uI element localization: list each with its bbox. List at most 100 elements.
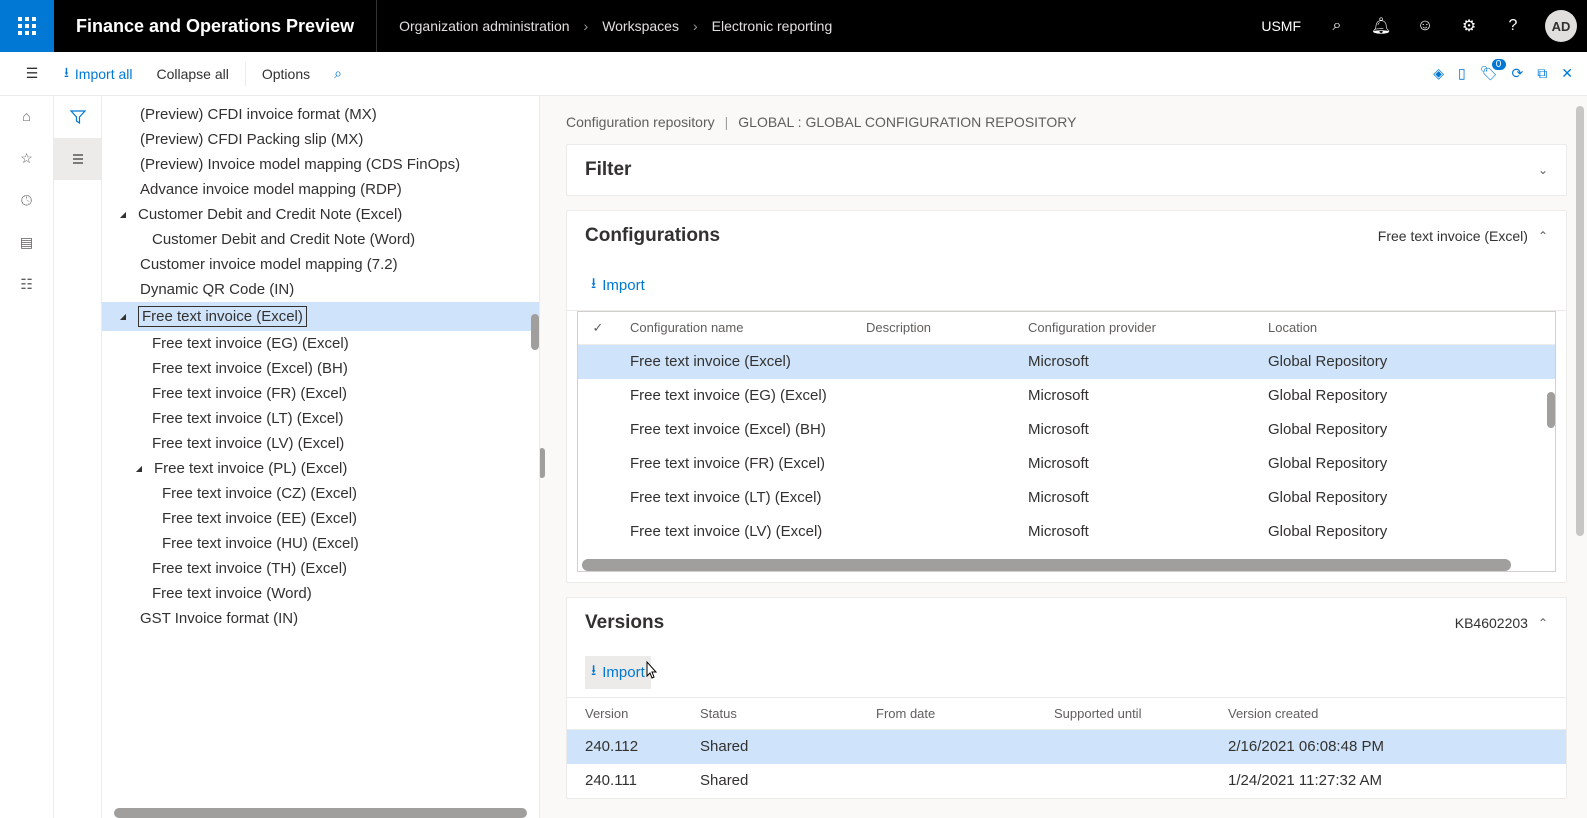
tree-item[interactable]: Customer Debit and Credit Note (Word): [102, 227, 539, 252]
main-scrollbar-vertical[interactable]: [1576, 106, 1584, 536]
configurations-import-button[interactable]: ⭳ Import: [585, 269, 651, 302]
cell-version-created: 2/16/2021 06:08:48 PM: [1216, 736, 1436, 757]
tree-item[interactable]: Free text invoice (LV) (Excel): [102, 431, 539, 456]
tree-item[interactable]: Free text invoice (EE) (Excel): [102, 506, 539, 531]
col-supported-until[interactable]: Supported until: [1042, 706, 1216, 721]
diamond-icon[interactable]: ◈: [1433, 65, 1444, 82]
workspaces-icon[interactable]: ▤: [17, 232, 37, 252]
tree-item[interactable]: Free text invoice (Word): [102, 581, 539, 606]
config-row[interactable]: Free text invoice (Excel)MicrosoftGlobal…: [578, 345, 1555, 379]
tree-item-label: Dynamic QR Code (IN): [140, 281, 294, 298]
versions-panel-header[interactable]: Versions KB4602203 ⌃: [567, 598, 1566, 648]
config-row[interactable]: Free text invoice (Excel) (BH)MicrosoftG…: [578, 413, 1555, 447]
top-header: Finance and Operations Preview Organizat…: [0, 0, 1587, 52]
help-button[interactable]: ?: [1491, 0, 1535, 52]
breadcrumb-item[interactable]: Electronic reporting: [712, 18, 833, 34]
tree-item[interactable]: ◢Customer Debit and Credit Note (Excel): [102, 202, 539, 227]
config-scrollbar-vertical[interactable]: [1547, 392, 1555, 428]
tree-item[interactable]: Free text invoice (HU) (Excel): [102, 531, 539, 556]
config-scrollbar-horizontal[interactable]: [582, 559, 1511, 571]
app-launcher-button[interactable]: [0, 0, 54, 52]
tree-scrollbar-vertical[interactable]: [531, 314, 539, 350]
col-location[interactable]: Location: [1256, 320, 1456, 336]
list-view-icon[interactable]: [54, 138, 102, 180]
version-row[interactable]: 240.112Shared2/16/2021 06:08:48 PM: [567, 730, 1566, 764]
import-all-button[interactable]: ⭳ Import all: [52, 52, 144, 96]
col-from-date[interactable]: From date: [864, 706, 1042, 721]
tree-item[interactable]: Free text invoice (CZ) (Excel): [102, 481, 539, 506]
config-row[interactable]: Free text invoice (FR) (Excel)MicrosoftG…: [578, 447, 1555, 481]
tree-item[interactable]: Free text invoice (FR) (Excel): [102, 381, 539, 406]
popout-button[interactable]: ⧉: [1537, 65, 1547, 82]
cell-config-name: Free text invoice (LT) (Excel): [618, 487, 854, 508]
configurations-grid-header: Configuration name Description Configura…: [578, 312, 1555, 345]
tree-item[interactable]: (Preview) CFDI invoice format (MX): [102, 102, 539, 127]
favorites-icon[interactable]: ☆: [17, 148, 37, 168]
tree-item-label: Free text invoice (LV) (Excel): [152, 435, 344, 452]
check-icon[interactable]: [593, 320, 604, 335]
cell-location: Global Repository: [1256, 453, 1456, 474]
tree-item[interactable]: Customer invoice model mapping (7.2): [102, 252, 539, 277]
collapse-all-button[interactable]: Collapse all: [144, 52, 240, 96]
options-button[interactable]: Options: [250, 52, 322, 96]
tree-item-label: Free text invoice (CZ) (Excel): [162, 485, 357, 502]
company-selector[interactable]: USMF: [1247, 18, 1315, 34]
tree-item[interactable]: (Preview) CFDI Packing slip (MX): [102, 127, 539, 152]
caret-icon[interactable]: ◢: [116, 210, 130, 219]
close-button[interactable]: ✕: [1561, 65, 1573, 82]
tree-item[interactable]: (Preview) Invoice model mapping (CDS Fin…: [102, 152, 539, 177]
tree-item[interactable]: Dynamic QR Code (IN): [102, 277, 539, 302]
col-version-created[interactable]: Version created: [1216, 706, 1436, 721]
user-avatar[interactable]: AD: [1545, 10, 1577, 42]
col-status[interactable]: Status: [688, 706, 864, 721]
search-button[interactable]: ⌕: [1315, 0, 1359, 52]
filter-panel-header[interactable]: Filter ⌄: [567, 145, 1566, 195]
resize-handle[interactable]: [540, 448, 545, 478]
question-icon: ?: [1509, 17, 1518, 35]
version-row[interactable]: 240.111Shared1/24/2021 11:27:32 AM: [567, 764, 1566, 798]
home-icon[interactable]: ⌂: [17, 106, 37, 126]
col-provider[interactable]: Configuration provider: [1016, 320, 1256, 336]
recent-icon[interactable]: 🕓︎: [17, 190, 37, 210]
tree-item[interactable]: ◢Free text invoice (Excel): [102, 302, 539, 331]
current-configuration-label: Free text invoice (Excel): [1378, 228, 1528, 244]
tree-item[interactable]: GST Invoice format (IN): [102, 606, 539, 631]
find-button[interactable]: ⌕: [322, 52, 354, 96]
filter-icon[interactable]: [54, 96, 102, 138]
feedback-button[interactable]: ☺: [1403, 0, 1447, 52]
col-config-name[interactable]: Configuration name: [618, 320, 854, 336]
tree-item[interactable]: Free text invoice (Excel) (BH): [102, 356, 539, 381]
settings-button[interactable]: ⚙: [1447, 0, 1491, 52]
breadcrumb-item[interactable]: Organization administration: [399, 18, 569, 34]
cell-location: Global Repository: [1256, 385, 1456, 406]
config-row[interactable]: Free text invoice (LV) (Excel)MicrosoftG…: [578, 515, 1555, 549]
refresh-button[interactable]: ⟳: [1512, 65, 1524, 82]
configuration-tree[interactable]: (Preview) CFDI invoice format (MX)(Previ…: [102, 96, 539, 818]
tree-scrollbar-horizontal[interactable]: [114, 808, 527, 818]
col-description[interactable]: Description: [854, 320, 1016, 336]
tree-item[interactable]: ◢Free text invoice (PL) (Excel): [102, 456, 539, 481]
kb-label: KB4602203: [1455, 615, 1528, 631]
download-icon: ⭳: [591, 660, 596, 685]
tree-item[interactable]: Free text invoice (EG) (Excel): [102, 331, 539, 356]
config-row[interactable]: Free text invoice (EG) (Excel)MicrosoftG…: [578, 379, 1555, 413]
download-icon: ⭳: [591, 273, 596, 298]
attachments-button[interactable]: 🏷 0: [1480, 65, 1498, 82]
versions-import-button[interactable]: ⭳ Import: [585, 656, 651, 689]
breadcrumb-item[interactable]: Workspaces: [602, 18, 679, 34]
cell-description: [854, 385, 1016, 406]
tree-item[interactable]: Free text invoice (TH) (Excel): [102, 556, 539, 581]
tree-item[interactable]: Advance invoice model mapping (RDP): [102, 177, 539, 202]
config-row[interactable]: Free text invoice (LT) (Excel)MicrosoftG…: [578, 481, 1555, 515]
configurations-panel-header[interactable]: Configurations Free text invoice (Excel)…: [567, 211, 1566, 261]
chevron-down-icon: ⌄: [1538, 163, 1548, 177]
caret-icon[interactable]: ◢: [132, 464, 146, 473]
nav-toggle-button[interactable]: ☰: [12, 65, 52, 82]
tree-item[interactable]: Free text invoice (LT) (Excel): [102, 406, 539, 431]
modules-icon[interactable]: ☷: [17, 274, 37, 294]
col-version[interactable]: Version: [573, 706, 688, 721]
chevron-right-icon: ›: [693, 18, 698, 34]
notifications-button[interactable]: 🔔︎: [1359, 0, 1403, 52]
caret-icon[interactable]: ◢: [116, 312, 130, 321]
office-icon[interactable]: ▯: [1458, 65, 1466, 82]
